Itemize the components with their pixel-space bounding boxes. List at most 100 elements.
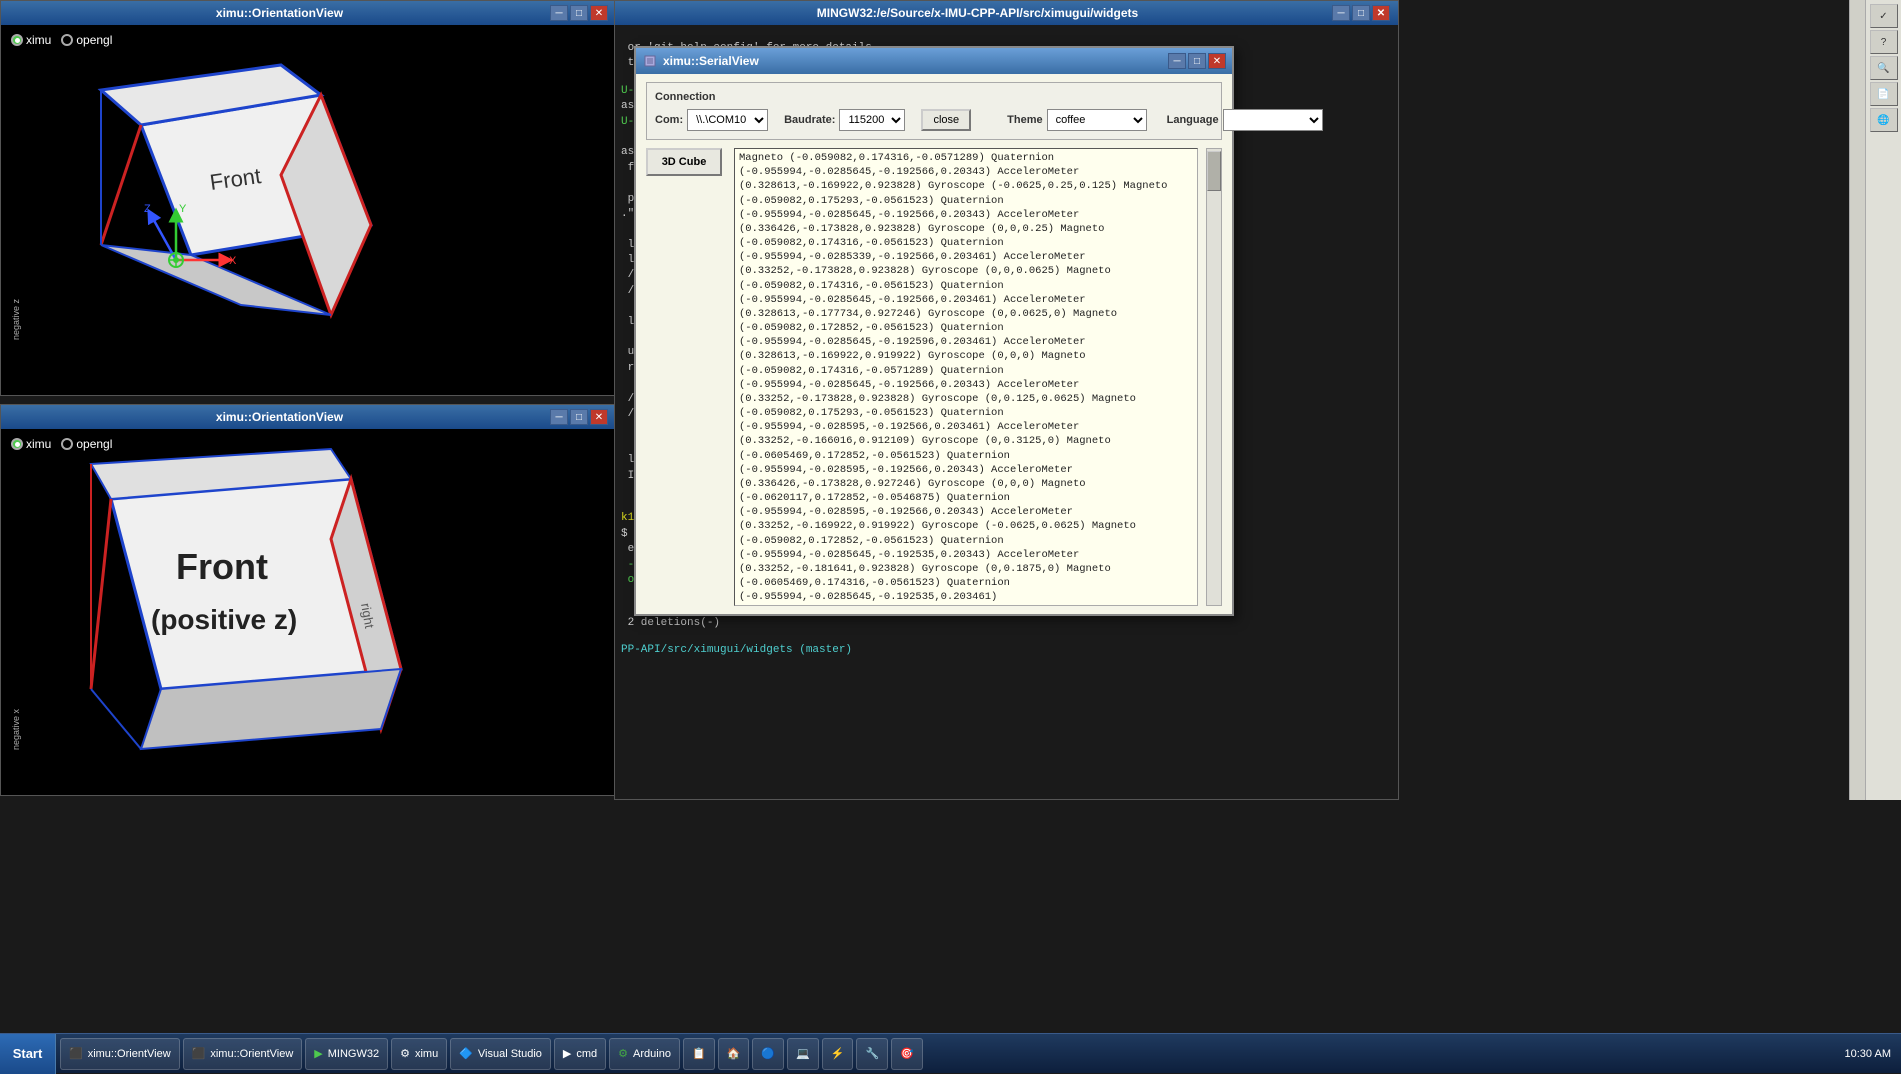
taskbar-item-10[interactable]: 🔵 [752,1038,784,1070]
taskbar-icon-10: 🔵 [761,1047,775,1060]
taskbar-label-1: ximu::OrientView [88,1048,171,1060]
taskbar-item-6[interactable]: ▶ cmd [554,1038,606,1070]
taskbar-icon-8: 📋 [692,1047,706,1060]
taskbar: Start ⬛ ximu::OrientView ⬛ ximu::OrientV… [0,1033,1901,1073]
orient-close-2[interactable]: ✕ [590,409,608,425]
baudrate-select[interactable]: 115200 [839,109,905,131]
dialog-body: Connection Com: \\.\COM10 Baudrate: 1152… [636,74,1232,614]
svg-text:(positive z): (positive z) [151,604,297,635]
panel-btn-4[interactable]: 📄 [1870,82,1898,106]
orient-canvas-1: ximu opengl Front [1,25,616,395]
svg-text:Y: Y [179,203,187,215]
taskbar-icon-4: ⚙ [400,1047,410,1060]
taskbar-item-5[interactable]: 🔷 Visual Studio [450,1038,551,1070]
theme-field: Theme coffeedefaultdark [1007,109,1146,131]
taskbar-item-12[interactable]: ⚡ [822,1038,854,1070]
serial-view-dialog: ximu::SerialView ─ □ ✕ Connection Com: \… [634,46,1234,616]
taskbar-icon-2: ⬛ [192,1047,206,1060]
taskbar-item-14[interactable]: 🎯 [891,1038,923,1070]
orientation-view-2: ximu::OrientationView ─ □ ✕ ximu opengl [0,404,617,796]
taskbar-label-7: Arduino [633,1048,671,1060]
data-log[interactable]: Magneto (-0.059082,0.174316,-0.0571289) … [734,148,1198,606]
right-side-panel: ✓ ? 🔍 📄 🌐 [1865,0,1901,800]
orient-title-2: ximu::OrientationView [9,410,550,424]
com-label: Com: [655,114,683,126]
cube-3d-button[interactable]: 3D Cube [646,148,722,176]
taskbar-item-2[interactable]: ⬛ ximu::OrientView [183,1038,303,1070]
scroll-track[interactable] [1850,0,1865,800]
orient-titlebar-2: ximu::OrientationView ─ □ ✕ [1,405,616,429]
taskbar-item-9[interactable]: 🏠 [718,1038,750,1070]
taskbar-icon-14: 🎯 [900,1047,914,1060]
language-select[interactable] [1223,109,1323,131]
dialog-minimize[interactable]: ─ [1168,53,1186,69]
taskbar-items: ⬛ ximu::OrientView ⬛ ximu::OrientView ▶ … [56,1034,1835,1073]
scrollbar-thumb[interactable] [1207,151,1221,191]
radio-group-1: ximu opengl [11,33,112,47]
panel-btn-2[interactable]: ? [1870,30,1898,54]
language-label: Language [1167,114,1219,126]
taskbar-item-11[interactable]: 💻 [787,1038,819,1070]
taskbar-label-4: ximu [415,1048,438,1060]
taskbar-item-13[interactable]: 🔧 [856,1038,888,1070]
baudrate-label: Baudrate: [784,114,835,126]
taskbar-icon-5: 🔷 [459,1047,473,1060]
cube-svg-2: Front (positive z) right [31,439,481,779]
terminal-controls: ─ □ ✕ [1332,5,1390,21]
com-select[interactable]: \\.\COM10 [687,109,768,131]
orient-maximize-2[interactable]: □ [570,409,588,425]
taskbar-icon-11: 💻 [796,1047,810,1060]
svg-text:Z: Z [144,203,151,215]
term-line-del: 2 deletions(-) [621,617,720,629]
terminal-maximize[interactable]: □ [1352,5,1370,21]
radio-opengl-1[interactable]: opengl [61,33,112,47]
radio-dot-ximu-2 [11,438,23,450]
orient-maximize-1[interactable]: □ [570,5,588,21]
orient-minimize-2[interactable]: ─ [550,409,568,425]
start-button[interactable]: Start [0,1034,56,1074]
cube-button-area: 3D Cube [646,148,726,606]
theme-label: Theme [1007,114,1042,126]
scrollbar-right[interactable] [1206,148,1222,606]
taskbar-item-7[interactable]: ⚙ Arduino [609,1038,680,1070]
taskbar-item-1[interactable]: ⬛ ximu::OrientView [60,1038,180,1070]
radio-dot-opengl-1 [61,34,73,46]
language-field: Language [1167,109,1323,131]
orient-canvas-2: ximu opengl Front (positive z [1,429,616,795]
taskbar-label-3: MINGW32 [328,1048,379,1060]
dialog-maximize[interactable]: □ [1188,53,1206,69]
terminal-minimize[interactable]: ─ [1332,5,1350,21]
taskbar-label-5: Visual Studio [478,1048,542,1060]
taskbar-label-6: cmd [576,1048,597,1060]
radio-label-ximu-1: ximu [26,33,51,47]
panel-btn-1[interactable]: ✓ [1870,4,1898,28]
cube-data-row: 3D Cube Magneto (-0.059082,0.174316,-0.0… [646,148,1222,606]
svg-text:X: X [229,255,237,267]
dialog-title: ximu::SerialView [663,54,1166,68]
dialog-close[interactable]: ✕ [1208,53,1226,69]
radio-opengl-2[interactable]: opengl [61,437,112,451]
radio-ximu-1[interactable]: ximu [11,33,51,47]
radio-label-ximu-2: ximu [26,437,51,451]
taskbar-icon-13: 🔧 [865,1047,879,1060]
side-label-2: negative x [11,709,21,750]
orient-close-1[interactable]: ✕ [590,5,608,21]
scroll-area[interactable] [1849,0,1865,800]
radio-dot-ximu-1 [11,34,23,46]
connection-title: Connection [655,91,1213,103]
orient-minimize-1[interactable]: ─ [550,5,568,21]
dialog-icon [642,53,658,69]
terminal-close[interactable]: ✕ [1372,5,1390,21]
taskbar-clock: 10:30 AM [1835,1048,1901,1060]
close-connection-button[interactable]: close [921,109,971,131]
orient-controls-1: ─ □ ✕ [550,5,608,21]
taskbar-item-8[interactable]: 📋 [683,1038,715,1070]
theme-select[interactable]: coffeedefaultdark [1047,109,1147,131]
radio-ximu-2[interactable]: ximu [11,437,51,451]
taskbar-icon-9: 🏠 [727,1047,741,1060]
taskbar-icon-12: ⚡ [831,1047,845,1060]
taskbar-item-3[interactable]: ▶ MINGW32 [305,1038,388,1070]
panel-btn-5[interactable]: 🌐 [1870,108,1898,132]
taskbar-item-4[interactable]: ⚙ ximu [391,1038,447,1070]
panel-btn-3[interactable]: 🔍 [1870,56,1898,80]
